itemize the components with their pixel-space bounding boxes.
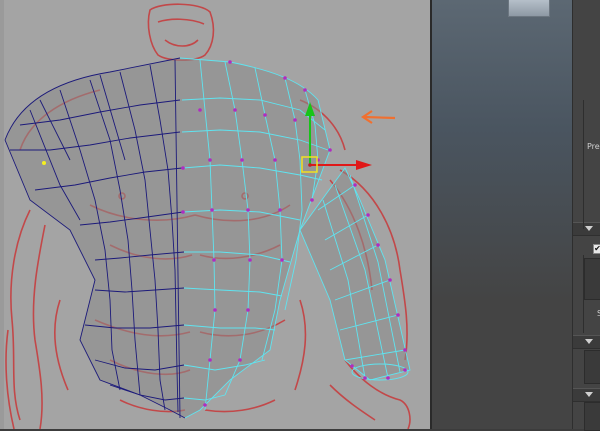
side-panel (432, 0, 572, 429)
collapse-triangle-icon[interactable] (585, 226, 593, 231)
collapse-triangle-icon[interactable] (585, 392, 593, 397)
section-header-3[interactable] (573, 388, 600, 402)
attr-field[interactable] (584, 258, 600, 300)
attr-checkbox[interactable]: ✔ (593, 244, 600, 254)
viewport-left-border (0, 0, 4, 429)
mesh-body[interactable] (5, 58, 410, 418)
section-header-2[interactable] (573, 335, 600, 349)
modeling-viewport[interactable] (0, 0, 430, 429)
attr-field[interactable] (584, 402, 600, 431)
attr-label-pre: Pre (587, 142, 600, 151)
selected-vertex-marker (42, 161, 46, 165)
attr-field[interactable] (584, 350, 600, 384)
attr-editor-inner-line (583, 100, 584, 229)
panel-thumbnail[interactable] (508, 0, 550, 17)
annotation-arrow-icon (361, 110, 396, 124)
scene-canvas[interactable] (0, 0, 430, 429)
collapse-triangle-icon[interactable] (585, 339, 593, 344)
section-header-1[interactable] (573, 222, 600, 236)
